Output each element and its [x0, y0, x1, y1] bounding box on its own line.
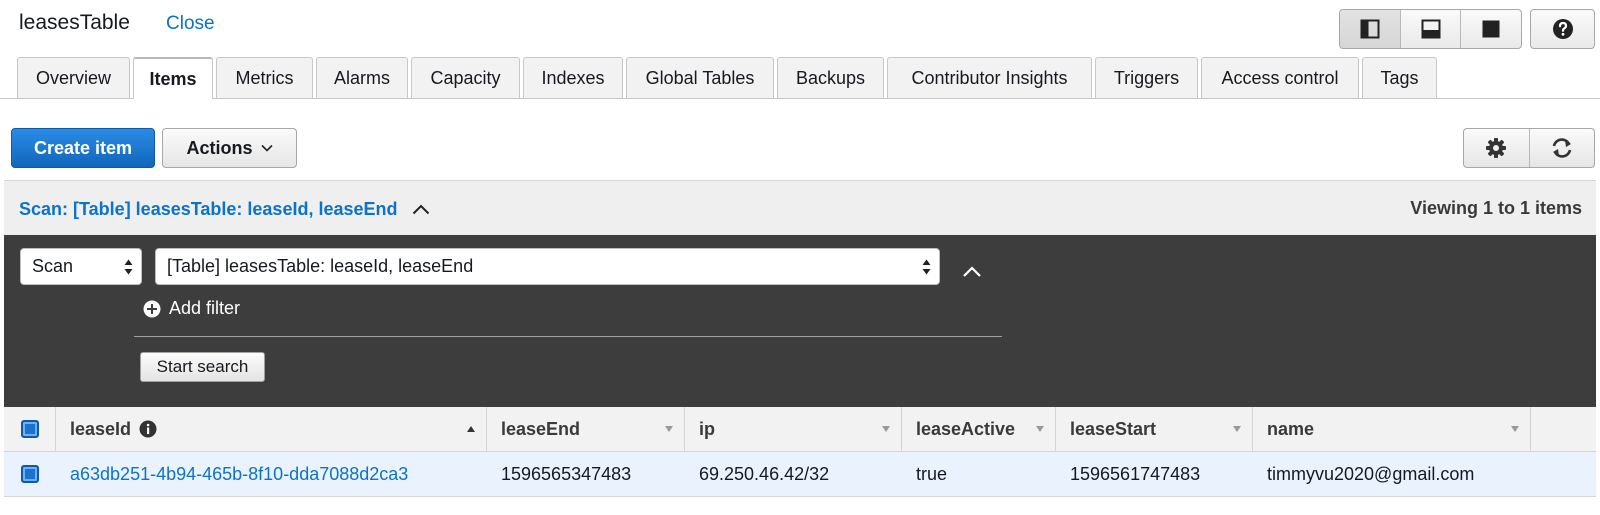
select-arrows-icon [124, 258, 133, 276]
sort-icon [1511, 426, 1519, 432]
split-horizontal-view-button[interactable] [1401, 10, 1462, 48]
scan-panel: Scan [Table] leasesTable: leaseId, lease… [4, 235, 1596, 407]
settings-button[interactable] [1464, 129, 1530, 167]
sort-icon [1233, 426, 1241, 432]
scan-mode-value: Scan [32, 256, 74, 276]
scan-mode-select[interactable]: Scan [20, 248, 142, 285]
cell-leaseactive: true [916, 463, 948, 484]
tab-bar: Overview Items Metrics Alarms Capacity I… [0, 57, 1600, 99]
column-header-ip[interactable]: ip [685, 407, 902, 451]
chevron-up-icon [963, 266, 981, 277]
scan-summary-text: Scan: [Table] leasesTable: leaseId, leas… [19, 199, 398, 219]
create-item-button[interactable]: Create item [11, 128, 155, 168]
close-link[interactable]: Close [166, 13, 215, 35]
column-header-name[interactable]: name [1253, 407, 1531, 451]
sort-ascending-icon [467, 426, 475, 432]
actions-label: Actions [186, 137, 253, 158]
tab-capacity[interactable]: Capacity [411, 57, 520, 98]
chevron-down-icon [260, 144, 273, 152]
split-vertical-icon [1360, 19, 1380, 39]
filter-divider [134, 336, 1002, 337]
scan-target-value: [Table] leasesTable: leaseId, leaseEnd [167, 256, 474, 276]
row-checkbox[interactable] [21, 465, 39, 483]
sort-icon [1036, 426, 1044, 432]
cell-name: timmyvu2020@gmail.com [1267, 463, 1475, 484]
split-horizontal-icon [1421, 19, 1440, 39]
items-table-header: leaseId leaseEnd ip leaseActive leaseSta… [4, 407, 1596, 452]
tab-contributor-insights[interactable]: Contributor Insights [887, 57, 1092, 98]
tab-access-control[interactable]: Access control [1201, 57, 1359, 98]
gear-icon [1486, 138, 1507, 158]
table-tools-group [1463, 128, 1595, 168]
tab-backups[interactable]: Backups [777, 57, 884, 98]
tab-global-tables[interactable]: Global Tables [626, 57, 774, 98]
sort-icon [882, 426, 890, 432]
select-arrows-icon [922, 258, 931, 276]
scan-summary-toggle[interactable]: Scan: [Table] leasesTable: leaseId, leas… [19, 199, 430, 220]
scan-summary-bar: Scan: [Table] leasesTable: leaseId, leas… [4, 180, 1596, 235]
tab-metrics[interactable]: Metrics [216, 57, 313, 98]
column-header-leasestart[interactable]: leaseStart [1056, 407, 1253, 451]
header: leasesTable Close [0, 0, 1600, 56]
refresh-icon [1552, 138, 1572, 158]
info-icon[interactable] [139, 420, 157, 438]
actions-dropdown-button[interactable]: Actions [162, 128, 297, 168]
cell-leaseid[interactable]: a63db251-4b94-465b-8f10-dda7088d2ca3 [56, 452, 487, 496]
full-view-button[interactable] [1461, 10, 1521, 48]
sort-icon [665, 426, 673, 432]
column-header-leaseactive[interactable]: leaseActive [902, 407, 1056, 451]
scan-target-select[interactable]: [Table] leasesTable: leaseId, leaseEnd [155, 248, 940, 285]
chevron-up-icon [412, 204, 429, 215]
column-header-leaseid[interactable]: leaseId [56, 407, 487, 451]
tab-tags[interactable]: Tags [1362, 57, 1437, 98]
start-search-button[interactable]: Start search [140, 352, 265, 382]
refresh-button[interactable] [1530, 129, 1595, 167]
row-select-cell [4, 452, 56, 496]
column-label: leaseStart [1070, 418, 1157, 439]
tab-alarms[interactable]: Alarms [316, 57, 408, 98]
column-label: leaseId [70, 418, 132, 439]
tab-triggers[interactable]: Triggers [1095, 57, 1198, 98]
cell-leaseend: 1596565347483 [501, 463, 632, 484]
column-label: ip [699, 418, 715, 439]
collapse-scan-button[interactable] [959, 262, 985, 282]
column-header-leaseend[interactable]: leaseEnd [487, 407, 685, 451]
add-filter-label: Add filter [169, 298, 241, 318]
tab-indexes[interactable]: Indexes [523, 57, 623, 98]
column-label: leaseEnd [501, 418, 581, 439]
help-button[interactable] [1530, 9, 1595, 49]
table-row[interactable]: a63db251-4b94-465b-8f10-dda7088d2ca3 159… [4, 452, 1596, 497]
split-vertical-view-button[interactable] [1340, 10, 1401, 48]
column-label: name [1267, 418, 1315, 439]
full-view-icon [1482, 20, 1500, 38]
viewing-count: Viewing 1 to 1 items [1410, 198, 1582, 218]
help-icon [1552, 19, 1573, 39]
select-all-cell [4, 407, 56, 451]
select-all-checkbox[interactable] [20, 420, 39, 438]
tab-items[interactable]: Items [133, 57, 213, 99]
column-label: leaseActive [916, 418, 1016, 439]
plus-circle-icon [143, 300, 161, 317]
tab-overview[interactable]: Overview [17, 57, 130, 98]
add-filter-button[interactable]: Add filter [143, 298, 240, 319]
cell-ip: 69.250.46.42/32 [699, 463, 830, 484]
cell-leasestart: 1596561747483 [1070, 463, 1201, 484]
view-layout-group [1339, 9, 1522, 49]
table-name: leasesTable [19, 11, 130, 34]
